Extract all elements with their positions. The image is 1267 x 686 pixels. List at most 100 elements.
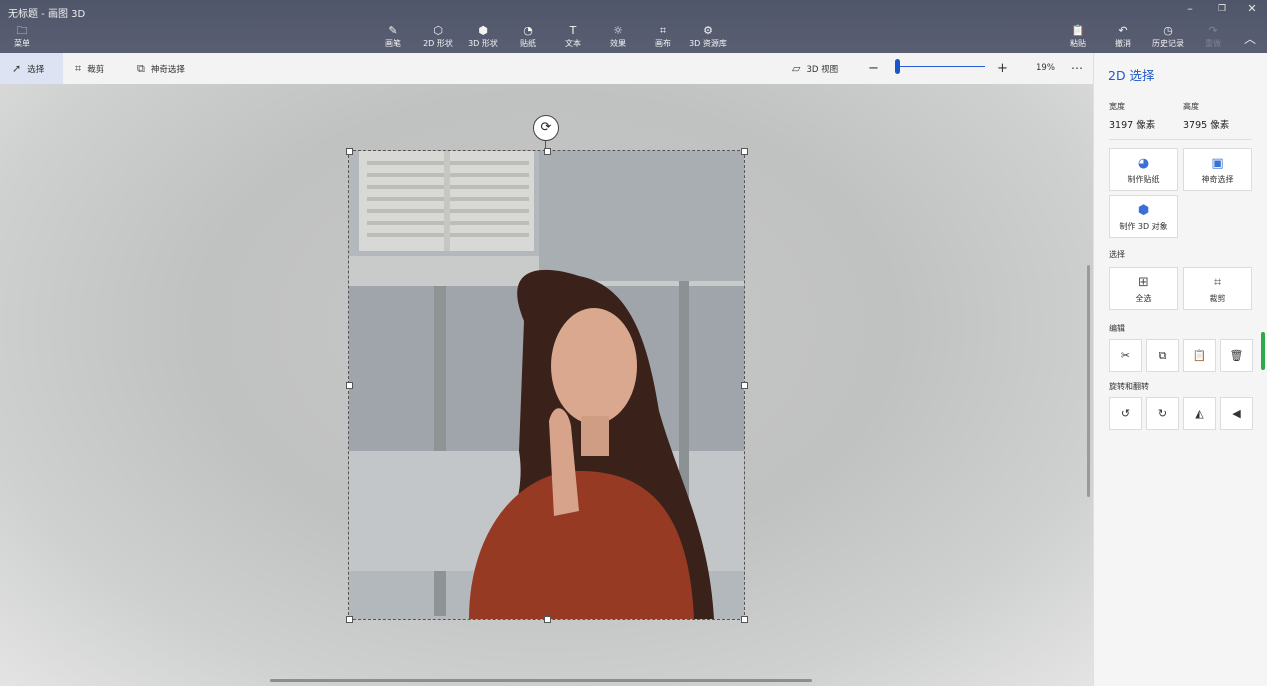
- panel-crop-label: 裁剪: [1209, 294, 1226, 303]
- zoom-slider-thumb[interactable]: [895, 59, 900, 74]
- scissors-icon: ✂: [1120, 349, 1131, 362]
- ribbon-stickers[interactable]: ◔ 贴纸: [505, 24, 551, 49]
- selection-frame[interactable]: [348, 150, 745, 620]
- panel-divider: [1109, 139, 1252, 140]
- resize-handle-top[interactable]: [544, 148, 551, 155]
- zoom-slider[interactable]: [897, 66, 985, 67]
- resize-handle-left[interactable]: [346, 382, 353, 389]
- magic-select-panel-icon: ▣: [1211, 156, 1224, 171]
- ribbon-2d-shapes[interactable]: ⬡ 2D 形状: [415, 24, 461, 49]
- paste-button[interactable]: 📋 粘贴: [1055, 24, 1101, 49]
- menu-button[interactable]: 🗀 菜单: [4, 24, 40, 49]
- resize-handle-bottom[interactable]: [544, 616, 551, 623]
- make-sticker-button[interactable]: ◕ 制作贴纸: [1109, 148, 1178, 191]
- ribbon-3d-library[interactable]: ⚙ 3D 资源库: [685, 24, 731, 49]
- flip-horizontal-icon: ◭: [1195, 407, 1204, 420]
- flip-vertical-button[interactable]: ◀: [1220, 397, 1253, 430]
- resize-handle-top-left[interactable]: [346, 148, 353, 155]
- paste-label: 粘贴: [1070, 39, 1086, 48]
- paste-icon: 📋: [1071, 24, 1085, 37]
- zoom-out-button[interactable]: −: [868, 53, 879, 84]
- undo-button[interactable]: ↶ 撤消: [1100, 24, 1146, 49]
- cut-button[interactable]: ✂: [1109, 339, 1142, 372]
- select-all-button[interactable]: ⊞ 全选: [1109, 267, 1178, 310]
- rotate-left-button[interactable]: ↺: [1109, 397, 1142, 430]
- make-3d-object-button[interactable]: ⬢ 制作 3D 对象: [1109, 195, 1178, 238]
- rotate-handle[interactable]: ⟳: [533, 115, 559, 141]
- window-title: 无标题 - 画图 3D: [8, 9, 86, 20]
- ribbon-effects[interactable]: ☼ 效果: [595, 24, 641, 49]
- rotate-right-button[interactable]: ↻: [1146, 397, 1179, 430]
- history-button[interactable]: ◷ 历史记录: [1145, 24, 1191, 49]
- select-tool-label: 选择: [27, 65, 45, 75]
- text-icon: T: [569, 24, 577, 37]
- resize-handle-top-right[interactable]: [741, 148, 748, 155]
- make-3d-object-label: 制作 3D 对象: [1119, 222, 1168, 231]
- magic-select-tool[interactable]: ⧉ 神奇选择: [137, 53, 185, 84]
- ribbon-2d-shapes-label: 2D 形状: [423, 39, 453, 48]
- collapse-ribbon-icon[interactable]: ︿: [1240, 30, 1260, 47]
- resize-handle-bottom-left[interactable]: [346, 616, 353, 623]
- vertical-scrollbar[interactable]: [1087, 265, 1090, 497]
- restore-button[interactable]: ❐: [1212, 4, 1232, 14]
- resize-handle-bottom-right[interactable]: [741, 616, 748, 623]
- more-options-button[interactable]: ⋯: [1071, 53, 1083, 84]
- width-label: 宽度: [1109, 102, 1125, 111]
- panel-crop-button[interactable]: ⌗ 裁剪: [1183, 267, 1252, 310]
- minimize-button[interactable]: –: [1180, 2, 1200, 15]
- magic-select-label: 神奇选择: [150, 65, 185, 75]
- delete-button[interactable]: 🗑: [1220, 339, 1253, 372]
- undo-label: 撤消: [1115, 39, 1131, 48]
- sticker-icon: ◕: [1137, 156, 1150, 171]
- title-ribbon-bar: 无标题 - 画图 3D – ❐ ✕ 🗀 菜单 ✎ 画笔 ⬡ 2D 形状 ⬢ 3D…: [0, 0, 1267, 53]
- panel-title: 2D 选择: [1108, 68, 1155, 83]
- ribbon-brush[interactable]: ✎ 画笔: [370, 24, 416, 49]
- panel-scrollbar[interactable]: [1261, 332, 1265, 370]
- zoom-in-button[interactable]: +: [997, 53, 1008, 84]
- ribbon-effects-label: 效果: [610, 39, 626, 48]
- 3d-view-toggle[interactable]: ▱ 3D 视图: [792, 53, 838, 84]
- horizontal-scrollbar[interactable]: [270, 679, 812, 682]
- select-all-label: 全选: [1135, 294, 1152, 303]
- pointer-icon: ➚: [12, 62, 22, 75]
- zoom-level: 19%: [1036, 63, 1055, 73]
- history-icon: ◷: [1163, 24, 1173, 37]
- rotate-left-icon: ↺: [1120, 407, 1131, 420]
- history-label: 历史记录: [1152, 39, 1184, 48]
- canvas-icon: ⌗: [659, 24, 667, 37]
- paste-panel-icon: 📋: [1192, 349, 1207, 362]
- edit-section-label: 编辑: [1109, 324, 1125, 333]
- crop-tool[interactable]: ⌗ 裁剪: [75, 53, 104, 84]
- redo-button[interactable]: ↷ 重做: [1190, 24, 1236, 49]
- width-value[interactable]: 3197 像素: [1109, 117, 1155, 131]
- close-button[interactable]: ✕: [1242, 2, 1262, 15]
- ribbon-canvas[interactable]: ⌗ 画布: [640, 24, 686, 49]
- crop-tool-label: 裁剪: [87, 65, 105, 75]
- ribbon-3d-library-label: 3D 资源库: [689, 39, 727, 48]
- resize-handle-right[interactable]: [741, 382, 748, 389]
- stickers-icon: ◔: [523, 24, 533, 37]
- make-sticker-label: 制作贴纸: [1127, 175, 1160, 184]
- effects-icon: ☼: [613, 24, 623, 37]
- redo-icon: ↷: [1208, 24, 1218, 37]
- brush-icon: ✎: [388, 24, 398, 37]
- rotate-right-icon: ↻: [1157, 407, 1168, 420]
- cube-icon: ⬢: [1137, 203, 1150, 218]
- 3d-view-icon: ▱: [792, 62, 801, 75]
- magic-select-button[interactable]: ▣ 神奇选择: [1183, 148, 1252, 191]
- paste-panel-button[interactable]: 📋: [1183, 339, 1216, 372]
- menu-label: 菜单: [14, 39, 30, 48]
- ribbon-text[interactable]: T 文本: [550, 24, 596, 49]
- height-label: 高度: [1183, 102, 1199, 111]
- folder-icon: 🗀: [16, 24, 28, 37]
- copy-button[interactable]: ⧉: [1146, 339, 1179, 372]
- panel-crop-icon: ⌗: [1213, 275, 1222, 290]
- ribbon-3d-shapes[interactable]: ⬢ 3D 形状: [460, 24, 506, 49]
- flip-horizontal-button[interactable]: ◭: [1183, 397, 1216, 430]
- side-panel: 2D 选择 宽度 高度 3197 像素 3795 像素 ◕ 制作贴纸 ▣ 神奇选…: [1093, 53, 1267, 686]
- height-value[interactable]: 3795 像素: [1183, 117, 1229, 131]
- 3d-library-icon: ⚙: [703, 24, 713, 37]
- select-tool[interactable]: ➚ 选择: [0, 53, 63, 84]
- select-all-icon: ⊞: [1138, 275, 1149, 290]
- 2d-shapes-icon: ⬡: [433, 24, 443, 37]
